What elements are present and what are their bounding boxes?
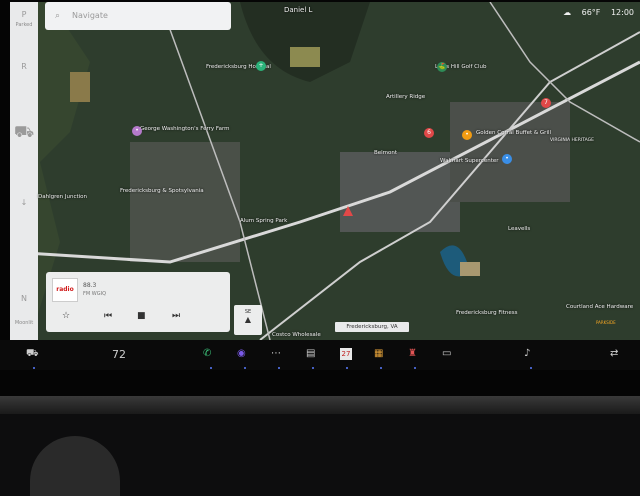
navigate-search[interactable]: ⌕ Navigate	[45, 2, 231, 30]
indicator-dot	[33, 367, 35, 369]
camera-icon[interactable]: ◉	[237, 348, 246, 359]
landmark-pin-icon[interactable]: •	[132, 126, 142, 136]
car-icon[interactable]: ⛟	[26, 348, 39, 361]
radio-station: FM WGIQ	[83, 291, 107, 297]
location-chip: Fredericksburg, VA	[335, 322, 409, 332]
gear-p[interactable]: P	[14, 10, 34, 19]
indicator-dot	[414, 367, 416, 369]
status-bar: ☁ 66°F 12:00	[555, 8, 634, 17]
map-label: Daniel L	[284, 6, 313, 14]
hand-shadow	[30, 436, 120, 496]
navigate-placeholder: Navigate	[72, 11, 108, 20]
media-player: radio 88.3 FM WGIQ ☆ ⏮ ■ ⏭	[46, 272, 230, 332]
car-outline-icon: ⛟	[14, 122, 35, 141]
map-label: Leavells	[508, 226, 531, 232]
radio-logo: radio	[52, 278, 78, 302]
indicator-dot	[278, 367, 280, 369]
map-label: Fredericksburg & Spotsylvania	[120, 188, 204, 194]
media-icon[interactable]: ▭	[442, 348, 451, 359]
phone-icon[interactable]: ✆	[203, 348, 211, 359]
stop-icon[interactable]: ■	[137, 311, 146, 321]
indicator-dot	[210, 367, 212, 369]
golf-pin-icon[interactable]: ⛳	[437, 62, 447, 72]
compass-heading: SE	[244, 309, 252, 315]
map-label: VIRGINIA HERITAGE	[550, 138, 594, 143]
previous-icon[interactable]: ⏮	[104, 311, 112, 321]
climate-temperature[interactable]: 72	[112, 348, 126, 361]
calendar-icon[interactable]: 27	[340, 348, 352, 360]
outside-temperature: 66°F	[581, 8, 601, 17]
gear-caption: Parked	[15, 22, 33, 28]
dashboard-trim	[0, 396, 640, 414]
gear-selector[interactable]: P Parked R ⛟ ↓ N Moonlit	[10, 2, 38, 340]
indicator-dot	[530, 367, 532, 369]
taskbar: ⛟ 72 ✆ ◉ ⋯ ▤ 27 ▦ ♜ ▭ ♪ ⇄	[0, 340, 640, 370]
hospital-pin-icon[interactable]: +	[256, 61, 266, 71]
map-label: Walmart Supercenter	[440, 158, 499, 164]
map-label: Artillery Ridge	[386, 94, 426, 100]
next-icon[interactable]: ⏭	[172, 311, 180, 321]
gear-n[interactable]: N	[14, 294, 34, 303]
star-icon[interactable]: ☆	[62, 311, 70, 321]
gear-footer-caption: Moonlit	[14, 320, 34, 326]
notes-icon[interactable]: ▤	[306, 348, 315, 359]
map-label: Golden Corral Buffet & Grill	[476, 130, 552, 136]
down-arrow-icon: ↓	[20, 198, 28, 207]
indicator-dot	[244, 367, 246, 369]
screen: P Parked R ⛟ ↓ N Moonlit ⌕ Navigate ☁ 66…	[10, 2, 640, 340]
swap-icon[interactable]: ⇄	[610, 348, 618, 359]
highway-shield-icon: 7	[541, 98, 551, 108]
map-label: Belmont	[374, 150, 398, 156]
radio-frequency: 88.3	[83, 282, 97, 289]
joystick-icon[interactable]: ♜	[408, 348, 417, 359]
brand-logo: PARKSIDE	[596, 320, 616, 325]
more-icon[interactable]: ⋯	[271, 348, 281, 359]
indicator-dot	[346, 367, 348, 369]
indicator-dot	[312, 367, 314, 369]
map-label: Courtland Ace Hardware	[566, 304, 634, 310]
shopping-pin-icon[interactable]: •	[502, 154, 512, 164]
map-label: Fredericksburg Fitness	[456, 310, 518, 316]
map-label: George Washington's Ferry Farm	[140, 126, 230, 132]
volume-icon[interactable]: ♪	[524, 348, 530, 359]
apps-icon[interactable]: ▦	[374, 348, 383, 359]
gear-r[interactable]: R	[14, 62, 34, 71]
indicator-dot	[380, 367, 382, 369]
map-label: Dahlgren Junction	[38, 194, 88, 200]
restaurant-pin-icon[interactable]: •	[462, 130, 472, 140]
clock: 12:00	[610, 8, 634, 17]
compass-button[interactable]: SE ▲	[234, 305, 262, 335]
map-label: Alum Spring Park	[240, 218, 288, 224]
map-label: Costco Wholesale	[272, 332, 321, 338]
search-icon: ⌕	[55, 11, 61, 21]
navigation-arrow-icon: ▲	[244, 315, 252, 324]
weather-icon: ☁	[563, 8, 572, 17]
highway-shield-icon: 6	[424, 128, 434, 138]
